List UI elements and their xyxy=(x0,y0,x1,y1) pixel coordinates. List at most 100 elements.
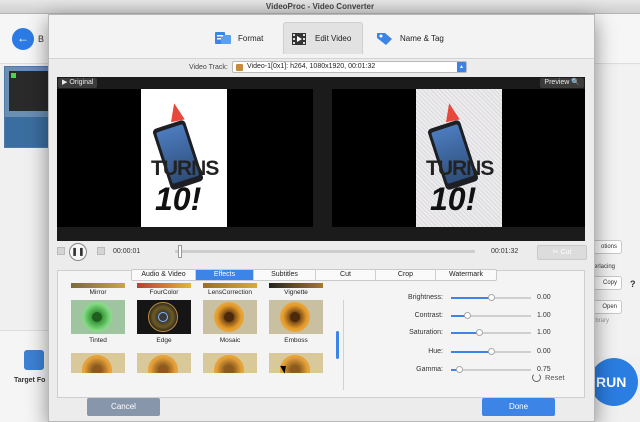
hue-value: 0.00 xyxy=(537,348,551,355)
overlay-text-turns: TURNS xyxy=(151,157,219,180)
film-icon xyxy=(292,32,306,45)
reset-label: Reset xyxy=(545,373,565,382)
preview-area: ▶ Original TURNS 10! Preview 🔍 TURNS 10! xyxy=(57,77,585,241)
effect-emboss[interactable]: Emboss xyxy=(269,337,323,344)
subtab-effects[interactable]: Effects xyxy=(196,270,254,280)
brightness-row: Brightness: 0.00 xyxy=(369,293,559,303)
chevron-updown-icon: ▲ xyxy=(457,62,466,72)
format-icon xyxy=(215,32,231,44)
effect-thumb-row3[interactable] xyxy=(269,353,323,373)
contrast-value: 1.00 xyxy=(537,312,551,319)
effects-grid: Mirror FourColor LensCorrection Vignette… xyxy=(71,283,325,393)
contrast-label: Contrast: xyxy=(414,312,443,319)
effect-lenscorrection-strip xyxy=(203,283,257,288)
hue-slider[interactable] xyxy=(451,348,531,355)
preview-letterbox-right xyxy=(502,89,585,227)
hue-label: Hue: xyxy=(428,348,443,355)
tab-name-tag-label: Name & Tag xyxy=(400,33,444,43)
gamma-label: Gamma: xyxy=(416,366,443,373)
effect-mirror-strip xyxy=(71,283,125,288)
gamma-slider[interactable] xyxy=(451,366,531,373)
mark-in-checkbox[interactable] xyxy=(57,247,65,255)
saturation-slider[interactable] xyxy=(451,329,531,336)
brightness-label: Brightness: xyxy=(407,294,443,301)
effect-tinted-thumb[interactable] xyxy=(71,300,125,334)
pause-button[interactable]: ❚❚ xyxy=(69,243,87,261)
effect-fourcolor[interactable]: FourColor xyxy=(137,289,191,296)
video-track-select[interactable]: Video-1[0x1]: h264, 1080x1920, 00:01:32 … xyxy=(232,61,467,73)
subtab-audio-video[interactable]: Audio & Video xyxy=(132,270,196,280)
effect-edge[interactable]: Edge xyxy=(137,337,191,344)
reset-icon xyxy=(532,373,541,382)
mark-out-checkbox[interactable] xyxy=(97,247,105,255)
timeline-scrubber[interactable] xyxy=(178,245,182,258)
total-time: 00:01:32 xyxy=(491,248,519,255)
window-title: VideoProc - Video Converter xyxy=(0,0,640,14)
tab-format[interactable]: Format xyxy=(213,22,263,54)
reset-button[interactable]: Reset xyxy=(532,373,565,382)
library-label: ibrary xyxy=(594,318,610,324)
effects-scrollbar[interactable] xyxy=(336,331,339,359)
done-button[interactable]: Done xyxy=(482,398,555,416)
original-video-frame: TURNS 10! xyxy=(141,89,227,227)
preview-letterbox-left xyxy=(332,89,416,227)
effect-mosaic[interactable]: Mosaic xyxy=(203,337,257,344)
current-time: 00:00:01 xyxy=(113,248,141,255)
dialog-tabs: Format Edit Video Name & Tag xyxy=(49,15,594,59)
effect-edge-thumb[interactable] xyxy=(137,300,191,334)
run-button[interactable]: RUN xyxy=(590,358,638,406)
subtab-watermark[interactable]: Watermark xyxy=(436,270,496,280)
effect-thumb-row3[interactable] xyxy=(137,353,191,373)
subtab-subtitles[interactable]: Subtitles xyxy=(254,270,316,280)
overlay-text-turns: TURNS xyxy=(426,157,494,180)
subtab-crop[interactable]: Crop xyxy=(376,270,436,280)
overlay-text-ten: 10! xyxy=(430,181,477,217)
subtab-cut[interactable]: Cut xyxy=(316,270,376,280)
effect-vignette-strip xyxy=(269,283,323,288)
video-track-value: Video-1[0x1]: h264, 1080x1920, 00:01:32 xyxy=(247,63,376,70)
brightness-value: 0.00 xyxy=(537,294,551,301)
deinterlacing-label: erlacing xyxy=(594,264,616,270)
preview-video-frame: TURNS 10! xyxy=(416,89,502,227)
edit-video-dialog: Format Edit Video Name & Tag Video Track… xyxy=(48,14,595,422)
saturation-value: 1.00 xyxy=(537,329,551,336)
tag-icon xyxy=(377,33,392,45)
gamma-value: 0.75 xyxy=(537,366,551,373)
effect-lenscorrection[interactable]: LensCorrection xyxy=(203,289,257,296)
brightness-slider[interactable] xyxy=(451,294,531,301)
tab-format-label: Format xyxy=(238,33,264,43)
target-format-icon[interactable] xyxy=(24,350,44,370)
back-arrow-icon[interactable]: ← xyxy=(12,28,34,50)
original-label: ▶ Original xyxy=(58,78,98,88)
tab-edit-video[interactable]: Edit Video xyxy=(283,22,363,54)
original-letterbox-left xyxy=(57,89,141,227)
cut-button[interactable]: ✂ Cut xyxy=(537,245,587,260)
effect-vignette[interactable]: Vignette xyxy=(269,289,323,296)
effect-thumb-row3[interactable] xyxy=(203,353,257,373)
status-tag-icon xyxy=(11,73,16,78)
effect-mosaic-thumb[interactable] xyxy=(203,300,257,334)
tab-edit-video-label: Edit Video xyxy=(315,34,352,43)
panel-divider xyxy=(343,300,344,390)
original-letterbox-right xyxy=(227,89,313,227)
effect-tinted[interactable]: Tinted xyxy=(71,337,125,344)
left-bottom-panel xyxy=(0,330,55,422)
preview-label: Preview 🔍 xyxy=(540,78,584,88)
effect-emboss-thumb[interactable] xyxy=(269,300,323,334)
video-track-label: Video Track: xyxy=(189,64,228,71)
video-file-icon xyxy=(236,64,243,71)
saturation-row: Saturation: 1.00 xyxy=(369,328,559,338)
effect-thumb-row3[interactable] xyxy=(71,353,125,373)
contrast-slider[interactable] xyxy=(451,312,531,319)
tab-name-tag[interactable]: Name & Tag xyxy=(375,22,444,54)
help-icon[interactable]: ? xyxy=(630,279,636,289)
timeline-track[interactable] xyxy=(175,250,475,253)
effect-fourcolor-strip xyxy=(137,283,191,288)
effect-mirror[interactable]: Mirror xyxy=(71,289,125,296)
overlay-text-ten: 10! xyxy=(155,181,202,217)
edit-subtabs: Audio & Video Effects Subtitles Cut Crop… xyxy=(131,269,497,281)
playback-timeline: ❚❚ 00:00:01 00:01:32 ✂ Cut xyxy=(57,241,587,263)
contrast-row: Contrast: 1.00 xyxy=(369,311,559,321)
cancel-button[interactable]: Cancel xyxy=(87,398,160,416)
target-format-label: Target Fo xyxy=(14,377,46,384)
